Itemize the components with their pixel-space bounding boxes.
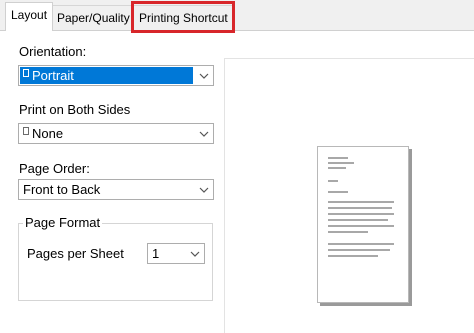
page-preview <box>224 58 474 333</box>
page-order-dropdown[interactable]: Front to Back <box>18 179 214 200</box>
orientation-dropdown[interactable]: Portrait <box>18 65 214 86</box>
tab-paper-quality[interactable]: Paper/Quality <box>51 5 136 30</box>
document-icon <box>23 69 29 77</box>
print-both-sides-label: Print on Both Sides <box>19 102 131 117</box>
preview-text-line <box>328 219 388 221</box>
page-order-value: Front to Back <box>23 182 101 197</box>
chevron-down-icon[interactable] <box>195 180 213 199</box>
orientation-label: Orientation: <box>19 44 87 59</box>
preview-text-line <box>328 249 390 251</box>
tab-bar: Layout Paper/Quality Printing Shortcut <box>0 0 474 33</box>
print-both-sides-selected: None <box>20 125 193 142</box>
pages-per-sheet-value: 1 <box>152 246 160 261</box>
layout-panel: Orientation: Portrait Print on Both Side… <box>0 30 474 333</box>
page-order-selected: Front to Back <box>20 181 193 198</box>
orientation-value: Portrait <box>32 68 74 83</box>
preview-text-line <box>328 255 378 257</box>
preview-text-line <box>328 180 338 182</box>
tab-paper-quality-label: Paper/Quality <box>57 11 130 25</box>
preview-text-line <box>328 162 354 164</box>
pages-per-sheet-dropdown[interactable]: 1 <box>147 243 205 264</box>
pages-per-sheet-label: Pages per Sheet <box>27 246 124 261</box>
preview-text-line <box>328 157 348 159</box>
preview-text-line <box>328 243 394 245</box>
preview-text-line <box>328 231 368 233</box>
orientation-selected: Portrait <box>20 67 193 84</box>
print-both-sides-dropdown[interactable]: None <box>18 123 214 144</box>
preview-text-line <box>328 167 346 169</box>
preview-text-line <box>328 191 348 193</box>
preview-text-line <box>328 201 394 203</box>
chevron-down-icon[interactable] <box>195 66 213 85</box>
tab-printing-shortcut-label: Printing Shortcut <box>139 11 228 25</box>
preview-text-line <box>328 213 394 215</box>
preview-text-line <box>328 225 394 227</box>
print-both-sides-value: None <box>32 126 64 141</box>
page-format-title: Page Format <box>23 215 103 230</box>
chevron-down-icon[interactable] <box>186 244 204 263</box>
tab-layout-label: Layout <box>11 8 48 22</box>
preview-page <box>317 146 409 303</box>
preview-text-line <box>328 207 392 209</box>
page-order-label: Page Order: <box>19 161 90 176</box>
tab-printing-shortcut[interactable]: Printing Shortcut <box>133 5 234 30</box>
tab-layout[interactable]: Layout <box>5 2 54 31</box>
pages-per-sheet-selected: 1 <box>149 245 184 262</box>
document-icon <box>23 127 29 135</box>
chevron-down-icon[interactable] <box>195 124 213 143</box>
page-format-group: Page Format Pages per Sheet 1 <box>18 215 213 301</box>
